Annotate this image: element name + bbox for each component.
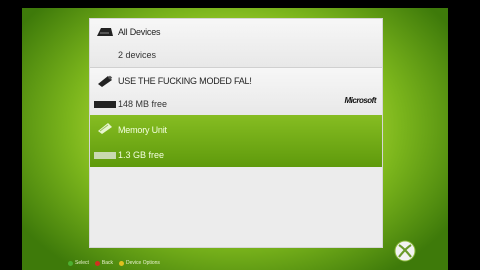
device-title: Memory Unit [118,125,167,135]
device-list-panel: All Devices 2 devices USE THE FUCKING MO… [89,18,383,248]
storage-bar [94,152,116,159]
legend-select[interactable]: Select [68,260,89,266]
device-item-all-devices[interactable]: All Devices 2 devices [90,19,382,67]
legend-options-label: Device Options [126,260,160,266]
memory-unit-icon [98,123,112,134]
b-button-icon [94,260,100,266]
button-legend: Select Back Device Options [68,258,160,268]
a-button-icon [68,260,73,266]
device-subtitle: 1.3 GB free [118,150,165,160]
empty-list-area [90,167,382,247]
device-item-memory-unit[interactable]: Memory Unit 1.3 GB free [90,115,382,167]
usb-drive-icon [98,75,113,87]
storage-bar [94,101,116,108]
legend-back-label: Back [101,260,114,266]
xbox-logo-icon [394,240,416,262]
dashboard-screen: All Devices 2 devices USE THE FUCKING MO… [22,8,448,270]
all-devices-icon [97,28,113,36]
legend-back[interactable]: Back [94,260,114,266]
device-subtitle: 2 devices [118,50,157,60]
y-button-icon [119,260,125,266]
legend-options[interactable]: Device Options [119,260,160,266]
microsoft-logo: Microsoft [344,96,377,105]
device-item-usb[interactable]: USE THE FUCKING MODED FAL! 148 MB free M… [90,67,382,116]
device-subtitle: 148 MB free [118,99,168,109]
legend-select-label: Select [75,260,89,266]
device-title: All Devices [118,27,161,37]
device-title: USE THE FUCKING MODED FAL! [118,76,252,86]
